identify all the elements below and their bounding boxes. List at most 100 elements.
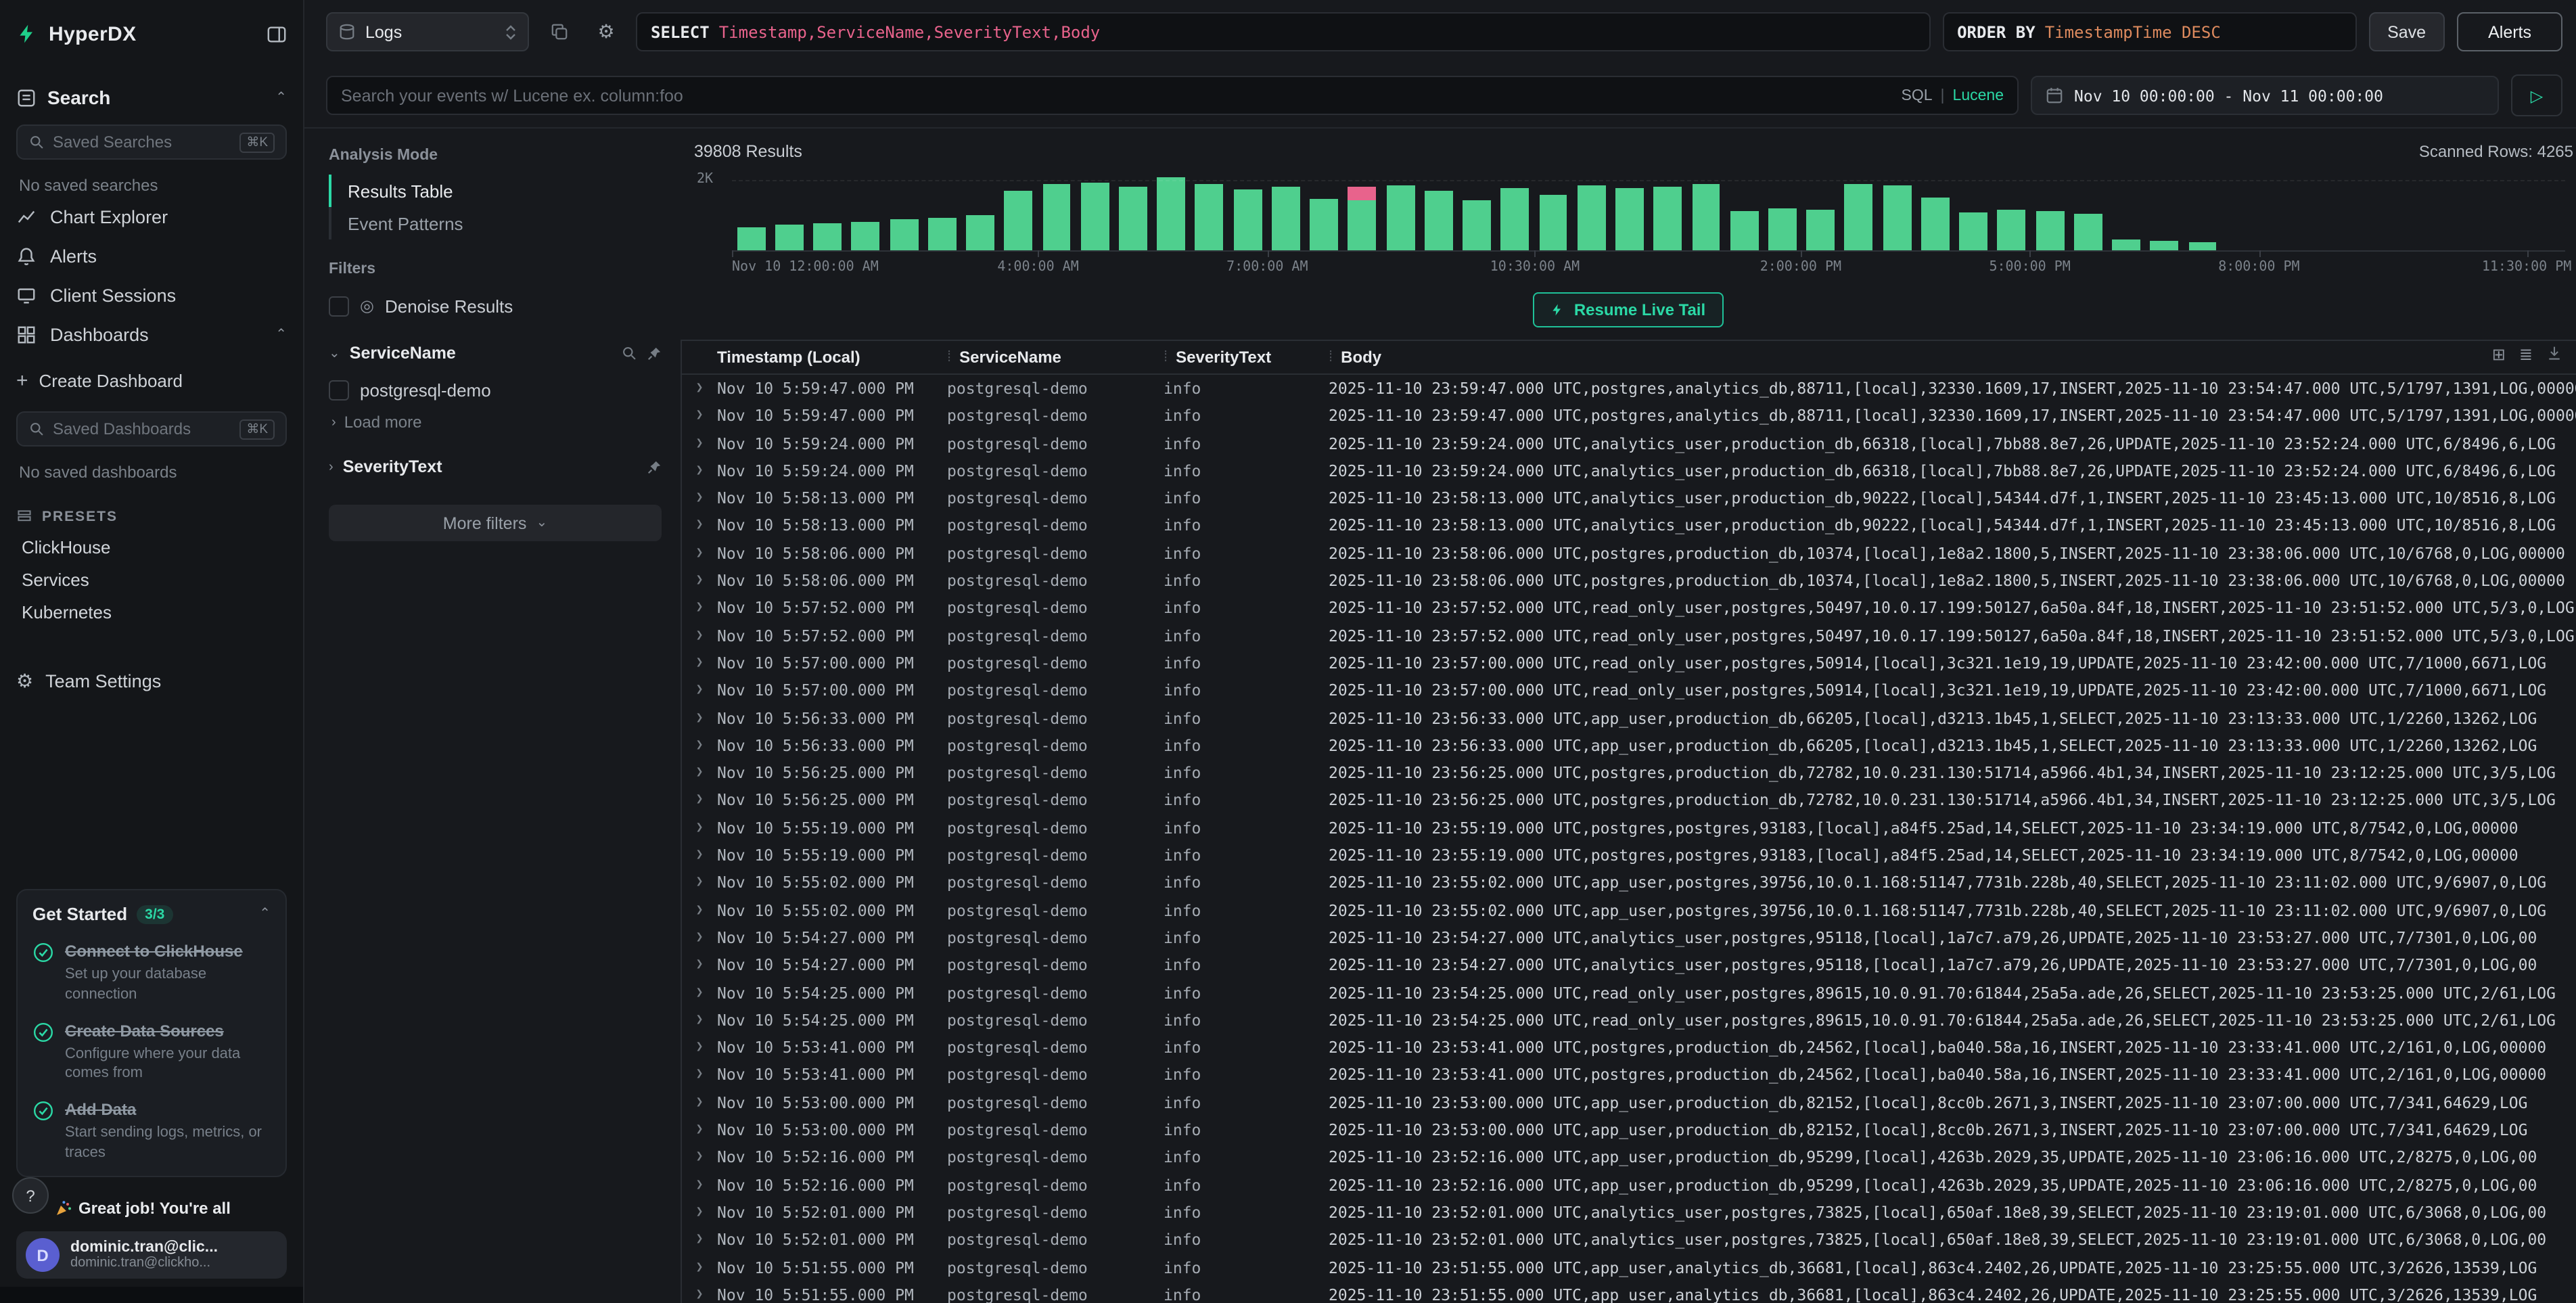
lang-lucene[interactable]: Lucene [1953,87,2004,104]
resume-live-tail-button[interactable]: Resume Live Tail [1534,292,1723,327]
select-columns-input[interactable]: SELECT Timestamp,ServiceName,SeverityTex… [636,12,1930,51]
duplicate-query-button[interactable] [541,14,576,49]
log-row[interactable]: ❯Nov 10 5:59:47.000 PMpostgresql-demoinf… [682,375,2576,403]
filter-value-postgresql-demo[interactable]: postgresql-demo [329,372,662,407]
col-severitytext[interactable]: ⁞SeverityText [1164,348,1329,367]
column-resize-handle[interactable]: ⁞ [1329,349,1333,365]
query-language-toggle[interactable]: SQL | Lucene [1902,87,2004,104]
table-settings-icon[interactable]: ⊞ [2492,345,2506,364]
denoise-checkbox[interactable] [329,296,349,316]
get-started-item[interactable]: Create Data Sources Configure where your… [32,1022,271,1083]
log-row[interactable]: ❯Nov 10 5:58:06.000 PMpostgresql-demoinf… [682,567,2576,595]
log-row[interactable]: ❯Nov 10 5:53:41.000 PMpostgresql-demoinf… [682,1034,2576,1061]
log-row[interactable]: ❯Nov 10 5:53:41.000 PMpostgresql-demoinf… [682,1061,2576,1089]
search-section-header[interactable]: Search ⌃ [16,81,287,114]
log-row[interactable]: ❯Nov 10 5:54:25.000 PMpostgresql-demoinf… [682,979,2576,1007]
row-expand-icon[interactable]: ❯ [682,896,717,924]
log-row[interactable]: ❯Nov 10 5:59:47.000 PMpostgresql-demoinf… [682,403,2576,430]
row-expand-icon[interactable]: ❯ [682,1199,717,1227]
collapse-sidebar-icon[interactable] [267,24,287,44]
log-row[interactable]: ❯Nov 10 5:58:13.000 PMpostgresql-demoinf… [682,512,2576,540]
lang-sql[interactable]: SQL [1902,87,1933,104]
col-body[interactable]: ⁞Body [1329,348,2576,367]
filter-checkbox[interactable] [329,380,349,400]
saved-dashboards-input[interactable]: Saved Dashboards ⌘K [16,411,287,447]
log-row[interactable]: ❯Nov 10 5:53:00.000 PMpostgresql-demoinf… [682,1116,2576,1144]
log-row[interactable]: ❯Nov 10 5:57:52.000 PMpostgresql-demoinf… [682,622,2576,649]
preset-services[interactable]: Services [16,563,287,595]
mode-results-table[interactable]: Results Table [329,175,662,207]
row-expand-icon[interactable]: ❯ [682,1007,717,1034]
row-expand-icon[interactable]: ❯ [682,403,717,430]
row-expand-icon[interactable]: ❯ [682,1089,717,1116]
row-expand-icon[interactable]: ❯ [682,1116,717,1144]
row-expand-icon[interactable]: ❯ [682,484,717,512]
sidebar-item-dashboards[interactable]: Dashboards ⌃ [16,315,287,355]
order-by-input[interactable]: ORDER BY TimestampTime DESC [1942,12,2356,51]
log-row[interactable]: ❯Nov 10 5:52:01.000 PMpostgresql-demoinf… [682,1199,2576,1227]
log-row[interactable]: ❯Nov 10 5:57:00.000 PMpostgresql-demoinf… [682,649,2576,677]
row-expand-icon[interactable]: ❯ [682,704,717,732]
log-row[interactable]: ❯Nov 10 5:58:06.000 PMpostgresql-demoinf… [682,540,2576,568]
chevron-down-icon[interactable]: ⌄ [329,346,340,361]
row-expand-icon[interactable]: ❯ [682,1061,717,1089]
row-density-icon[interactable]: ≣ [2519,345,2533,364]
filter-group-servicename[interactable]: ⌄ ServiceName [329,334,662,372]
live-tail-play-button[interactable]: ▷ [2511,74,2562,116]
mode-event-patterns[interactable]: Event Patterns [331,207,662,239]
date-range-picker[interactable]: Nov 10 00:00:00 - Nov 11 00:00:00 [2031,76,2499,115]
log-row[interactable]: ❯Nov 10 5:57:00.000 PMpostgresql-demoinf… [682,677,2576,705]
row-expand-icon[interactable]: ❯ [682,649,717,677]
row-expand-icon[interactable]: ❯ [682,512,717,540]
preset-kubernetes[interactable]: Kubernetes [16,595,287,628]
row-expand-icon[interactable]: ❯ [682,759,717,787]
row-expand-icon[interactable]: ❯ [682,540,717,568]
team-settings-item[interactable]: ⚙ Team Settings [16,660,287,701]
row-expand-icon[interactable]: ❯ [682,787,717,815]
events-histogram[interactable]: 2K Nov 10 12:00:00 AM4:00:00 AM7:00:00 A… [681,175,2568,280]
filter-search-icon[interactable] [621,345,637,361]
download-icon[interactable] [2546,345,2562,364]
log-row[interactable]: ❯Nov 10 5:54:27.000 PMpostgresql-demoinf… [682,924,2576,952]
row-expand-icon[interactable]: ❯ [682,732,717,760]
row-expand-icon[interactable]: ❯ [682,622,717,649]
user-menu[interactable]: D dominic.tran@clic... dominic.tran@clic… [16,1231,287,1279]
row-expand-icon[interactable]: ❯ [682,951,717,979]
log-rows[interactable]: ❯Nov 10 5:59:47.000 PMpostgresql-demoinf… [682,375,2576,1303]
get-started-item[interactable]: Connect to ClickHouse Set up your databa… [32,942,271,1003]
row-expand-icon[interactable]: ❯ [682,1226,717,1254]
create-dashboard-button[interactable]: + Create Dashboard [16,360,287,401]
log-row[interactable]: ❯Nov 10 5:51:55.000 PMpostgresql-demoinf… [682,1281,2576,1303]
row-expand-icon[interactable]: ❯ [682,595,717,622]
row-expand-icon[interactable]: ❯ [682,1144,717,1172]
chevron-right-icon[interactable]: › [329,459,334,474]
log-row[interactable]: ❯Nov 10 5:54:25.000 PMpostgresql-demoinf… [682,1007,2576,1034]
log-row[interactable]: ❯Nov 10 5:56:25.000 PMpostgresql-demoinf… [682,787,2576,815]
row-expand-icon[interactable]: ❯ [682,1034,717,1061]
log-row[interactable]: ❯Nov 10 5:55:19.000 PMpostgresql-demoinf… [682,815,2576,842]
log-row[interactable]: ❯Nov 10 5:57:52.000 PMpostgresql-demoinf… [682,595,2576,622]
log-row[interactable]: ❯Nov 10 5:56:33.000 PMpostgresql-demoinf… [682,732,2576,760]
log-row[interactable]: ❯Nov 10 5:54:27.000 PMpostgresql-demoinf… [682,951,2576,979]
preset-clickhouse[interactable]: ClickHouse [16,530,287,563]
search-input[interactable]: Search your events w/ Lucene ex. column:… [326,76,2019,115]
log-row[interactable]: ❯Nov 10 5:55:02.000 PMpostgresql-demoinf… [682,869,2576,897]
more-filters-button[interactable]: More filters ⌄ [329,505,662,541]
log-row[interactable]: ❯Nov 10 5:51:55.000 PMpostgresql-demoinf… [682,1254,2576,1281]
row-expand-icon[interactable]: ❯ [682,1171,717,1199]
log-row[interactable]: ❯Nov 10 5:58:13.000 PMpostgresql-demoinf… [682,484,2576,512]
log-row[interactable]: ❯Nov 10 5:52:01.000 PMpostgresql-demoinf… [682,1226,2576,1254]
sidebar-item-alerts[interactable]: Alerts [16,237,287,276]
chevron-up-icon[interactable]: ⌃ [275,90,287,105]
sidebar-item-client-sessions[interactable]: Client Sessions [16,276,287,315]
source-select[interactable]: Logs [326,12,529,51]
log-row[interactable]: ❯Nov 10 5:59:24.000 PMpostgresql-demoinf… [682,457,2576,485]
row-expand-icon[interactable]: ❯ [682,430,717,457]
chevron-up-icon[interactable]: ⌃ [259,907,271,921]
row-expand-icon[interactable]: ❯ [682,567,717,595]
get-started-item[interactable]: Add Data Start sending logs, metrics, or… [32,1101,271,1162]
saved-searches-input[interactable]: Saved Searches ⌘K [16,124,287,160]
log-row[interactable]: ❯Nov 10 5:56:25.000 PMpostgresql-demoinf… [682,759,2576,787]
row-expand-icon[interactable]: ❯ [682,1281,717,1303]
row-expand-icon[interactable]: ❯ [682,677,717,705]
